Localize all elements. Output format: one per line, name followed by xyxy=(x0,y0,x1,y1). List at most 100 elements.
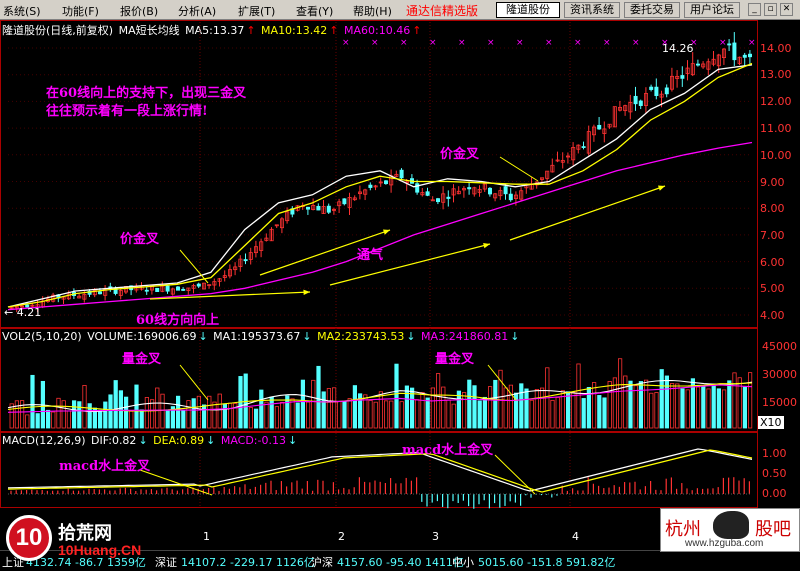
candle-down xyxy=(638,100,643,106)
volume-bar-up xyxy=(56,397,61,429)
volume-bar-up xyxy=(279,401,285,429)
volume-bar-up xyxy=(503,387,508,429)
volume-bar-down xyxy=(519,383,524,429)
volume-bar-up xyxy=(451,403,456,429)
annotation-macd-cross-1: macd水上金叉 xyxy=(59,459,151,474)
volume-bar-up xyxy=(446,399,451,429)
arrow-head-icon xyxy=(658,185,665,191)
volume-bar-up xyxy=(25,414,30,429)
candle-down xyxy=(633,95,638,105)
volume-bar-up xyxy=(61,400,66,429)
signal-marker-icon: × xyxy=(632,38,640,48)
volume-bar-up xyxy=(82,385,87,429)
volume-bar-down xyxy=(493,379,498,429)
volume-bar-down xyxy=(711,385,716,429)
volume-bar-down xyxy=(259,389,264,429)
volume-bar-down xyxy=(77,401,82,429)
volume-bar-up xyxy=(207,395,212,429)
volume-bar-up xyxy=(644,379,649,429)
volume-bar-down xyxy=(269,396,274,429)
volume-bar-up xyxy=(227,402,233,429)
volume-bar-up xyxy=(129,410,134,429)
volume-bar-down xyxy=(134,384,139,429)
candle-down xyxy=(696,63,701,66)
volume-bar-up xyxy=(748,372,753,429)
volume-bar-down xyxy=(425,397,430,429)
volume-bar-up xyxy=(623,375,628,429)
candle-down xyxy=(732,42,737,61)
volume-bar-down xyxy=(222,403,227,429)
watermark-right-url: www.hzguba.com xyxy=(685,538,764,549)
signal-marker-icon: × xyxy=(429,38,437,48)
volume-bar-down xyxy=(581,398,586,429)
volume-bar-down xyxy=(456,390,462,429)
volume-bar-up xyxy=(576,363,581,429)
index-sz-values: 14107.2 -229.17 1126亿 xyxy=(181,556,315,569)
volume-bar-up xyxy=(555,397,560,429)
candle-down xyxy=(649,86,654,90)
volume-bar-down xyxy=(701,386,706,429)
volume-bar-down xyxy=(191,398,196,429)
annotation-main-2: 往往预示着有一段上涨行情! xyxy=(46,104,208,119)
watermark-left-url: 10Huang.CN xyxy=(58,542,142,558)
volume-bar-up xyxy=(248,407,253,429)
annotation-main-1: 在60线向上的支持下，出现三金叉 xyxy=(46,86,247,101)
annotation-vol-cross-2: 量金叉 xyxy=(435,352,475,367)
index-sme-name[interactable]: 中小 xyxy=(452,554,474,570)
y-tick: 8.00 xyxy=(760,202,785,215)
volume-bar-down xyxy=(35,413,40,429)
time-label: 2 xyxy=(338,530,345,543)
volume-bar-up xyxy=(487,386,493,429)
high-price-label: 14.26 xyxy=(662,42,694,55)
volume-bar-up xyxy=(415,399,420,429)
volume-bar-up xyxy=(311,379,316,429)
volume-bar-down xyxy=(108,394,113,429)
index-hs-name[interactable]: 沪深 xyxy=(311,554,333,570)
ma-line-ma60 xyxy=(7,141,753,311)
volume-bar-down xyxy=(118,390,123,429)
volume-bar-up xyxy=(696,386,701,429)
signal-marker-icon: × xyxy=(719,38,727,48)
volume-bar-up xyxy=(592,382,597,429)
volume-bar-up xyxy=(149,399,155,429)
volume-bar-down xyxy=(472,385,477,429)
volume-bar-up xyxy=(14,400,19,429)
volume-bar-up xyxy=(217,393,222,429)
candle-down xyxy=(196,283,201,287)
candle-down xyxy=(487,187,492,195)
volume-bar-down xyxy=(597,395,602,429)
y-tick: 9.00 xyxy=(760,176,785,189)
signal-marker-icon: × xyxy=(516,38,524,48)
index-hs-values: 4157.60 -95.40 1411亿 xyxy=(337,556,464,569)
volume-bar-up xyxy=(378,391,384,429)
candle-down xyxy=(144,289,149,292)
volume-bar-up xyxy=(160,393,165,429)
volume-bar-down xyxy=(716,388,722,429)
volume-bar-down xyxy=(181,409,186,429)
candle-down xyxy=(446,196,451,199)
candle-down xyxy=(680,75,685,79)
annotation-vol-cross-1: 量金叉 xyxy=(122,352,162,367)
time-label: 3 xyxy=(432,530,439,543)
index-sz-name[interactable]: 深证 xyxy=(155,554,177,570)
volume-bar-up xyxy=(399,401,404,429)
volume-bar-down xyxy=(103,401,108,429)
volume-bar-up xyxy=(337,400,342,429)
volume-bar-down xyxy=(30,374,35,429)
trend-arrow xyxy=(329,243,491,286)
volume-bar-up xyxy=(618,358,623,429)
candle-down xyxy=(326,205,331,213)
watermark-left: 10 拾荒网 10Huang.CN xyxy=(6,515,141,565)
candle-down xyxy=(305,206,310,210)
candle-down xyxy=(175,286,180,291)
volume-bar-down xyxy=(342,400,347,429)
volume-bar-down xyxy=(404,385,410,429)
volume-unit: X10 xyxy=(758,416,784,429)
y-tick: 30000 xyxy=(762,368,797,381)
pointer-line xyxy=(499,156,539,182)
volume-bar-down xyxy=(175,395,181,429)
annotation-tongqi: 通气 xyxy=(357,248,384,263)
index-sme-values: 5015.60 -151.8 591.82亿 xyxy=(478,556,616,569)
y-tick: 4.00 xyxy=(760,309,785,322)
volume-bar-up xyxy=(264,401,269,429)
